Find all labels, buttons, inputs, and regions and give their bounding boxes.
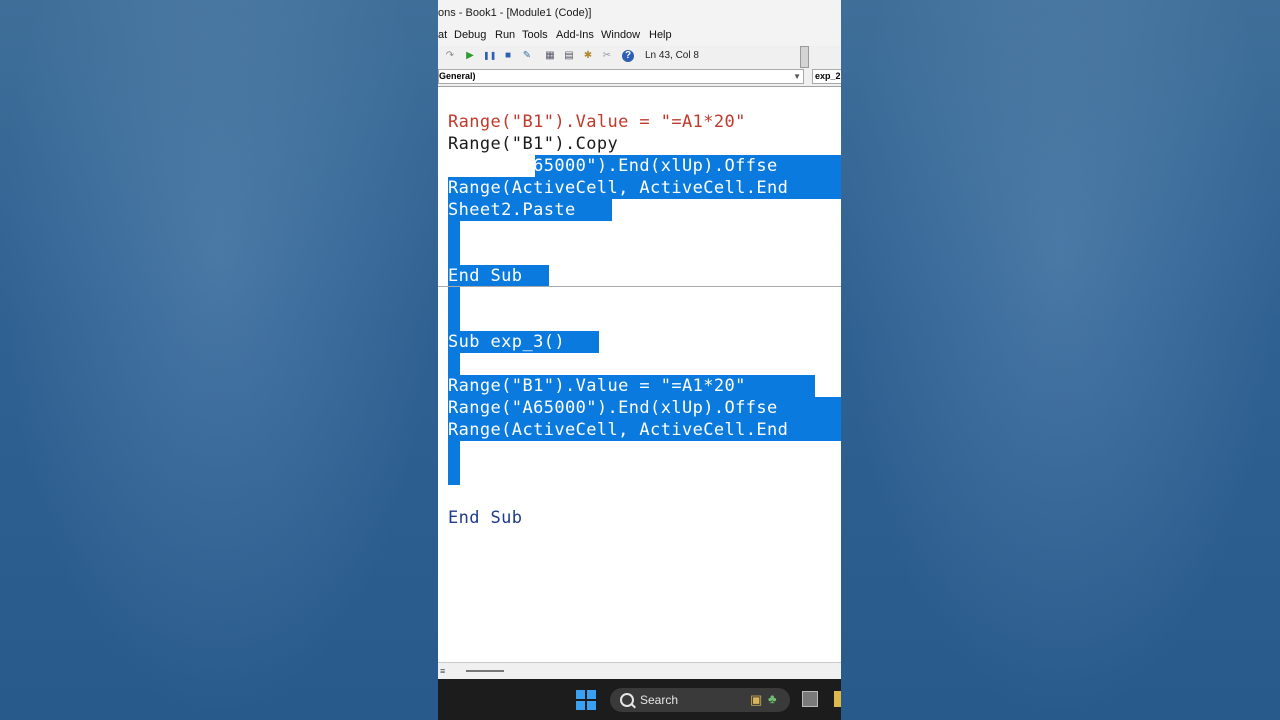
- search-highlight-icon: ▣: [750, 692, 763, 707]
- background-right: [841, 0, 1280, 720]
- object-browser-icon[interactable]: ✱: [582, 50, 594, 62]
- pause-icon[interactable]: ❚❚: [483, 50, 496, 62]
- menu-bar: at Debug Run Tools Add-Ins Window Help: [438, 26, 841, 46]
- menu-debug[interactable]: Debug: [454, 29, 486, 41]
- selection-block: [448, 287, 460, 331]
- scrollbar-thumb[interactable]: [466, 670, 504, 672]
- selection-block: [448, 441, 460, 485]
- horizontal-scrollbar[interactable]: ≡: [438, 662, 841, 680]
- design-mode-icon[interactable]: ✎: [521, 50, 533, 62]
- menu-run[interactable]: Run: [495, 29, 515, 41]
- code-line[interactable]: Range("B1").Value = "=A1*20": [448, 375, 746, 397]
- toolbar: ↷ ▶ ❚❚ ■ ✎ ▦ ▤ ✱ ✂ ? Ln 43, Col 8: [438, 46, 841, 69]
- code-line[interactable]: Range(ActiveCell, ActiveCell.End: [448, 419, 788, 441]
- menu-format[interactable]: at: [438, 29, 447, 41]
- windows-start-icon[interactable]: [576, 690, 596, 710]
- window-title: ons - Book1 - [Module1 (Code)]: [438, 7, 592, 19]
- code-line[interactable]: Sheet2.Paste: [448, 199, 576, 221]
- selection-block: [448, 221, 460, 265]
- code-line[interactable]: Range("A65000").End(xlUp).Offse: [448, 397, 778, 419]
- code-line[interactable]: End Sub: [448, 265, 522, 287]
- object-dropdown-value: General): [439, 71, 476, 81]
- redo-icon[interactable]: ↷: [444, 50, 456, 62]
- view-toggle-icon[interactable]: ≡: [440, 666, 445, 676]
- procedure-dropdown[interactable]: exp_2: [812, 69, 841, 84]
- title-bar: ons - Book1 - [Module1 (Code)]: [438, 0, 841, 26]
- cursor-position: Ln 43, Col 8: [645, 50, 699, 61]
- properties-icon[interactable]: ▤: [563, 50, 575, 62]
- file-explorer-icon[interactable]: [834, 691, 841, 707]
- menu-help[interactable]: Help: [649, 29, 672, 41]
- code-combo-row: General) ▼ exp_2: [438, 68, 841, 87]
- search-label: Search: [640, 693, 679, 707]
- code-line[interactable]: Range(ActiveCell, ActiveCell.End: [448, 177, 788, 199]
- code-line[interactable]: Range("B1").Value = "=A1*20": [448, 111, 746, 133]
- menu-window[interactable]: Window: [601, 29, 640, 41]
- vba-editor-window: ons - Book1 - [Module1 (Code)] at Debug …: [438, 0, 841, 720]
- menu-tools[interactable]: Tools: [522, 29, 548, 41]
- help-icon[interactable]: ?: [622, 50, 634, 62]
- search-highlight-figure-icon: ♣: [768, 691, 777, 706]
- taskbar: Search ▣ ♣: [438, 679, 841, 720]
- chevron-down-icon: ▼: [793, 72, 801, 81]
- search-icon: [620, 693, 634, 707]
- toolbar-scroll-handle[interactable]: [800, 46, 809, 68]
- task-view-icon[interactable]: [802, 691, 818, 707]
- toolbox-icon[interactable]: ✂: [601, 50, 613, 62]
- code-line[interactable]: End Sub: [448, 507, 522, 529]
- procedure-dropdown-value: exp_2: [815, 71, 841, 81]
- code-editor[interactable]: Range("B1").Value = "=A1*20" Range("B1")…: [438, 87, 841, 662]
- stop-icon[interactable]: ■: [502, 50, 514, 62]
- run-icon[interactable]: ▶: [464, 50, 476, 62]
- selection-block: [448, 353, 460, 375]
- object-dropdown[interactable]: General) ▼: [438, 69, 804, 84]
- taskbar-search[interactable]: Search ▣ ♣: [610, 688, 790, 712]
- menu-add-ins[interactable]: Add-Ins: [556, 29, 594, 41]
- code-line[interactable]: Sub exp_3(): [448, 331, 565, 353]
- project-explorer-icon[interactable]: ▦: [544, 50, 556, 62]
- background-left: [0, 0, 438, 720]
- code-line[interactable]: Range("B1").Copy: [448, 133, 618, 155]
- code-line[interactable]: Range("A65000").End(xlUp).Offse: [448, 155, 778, 177]
